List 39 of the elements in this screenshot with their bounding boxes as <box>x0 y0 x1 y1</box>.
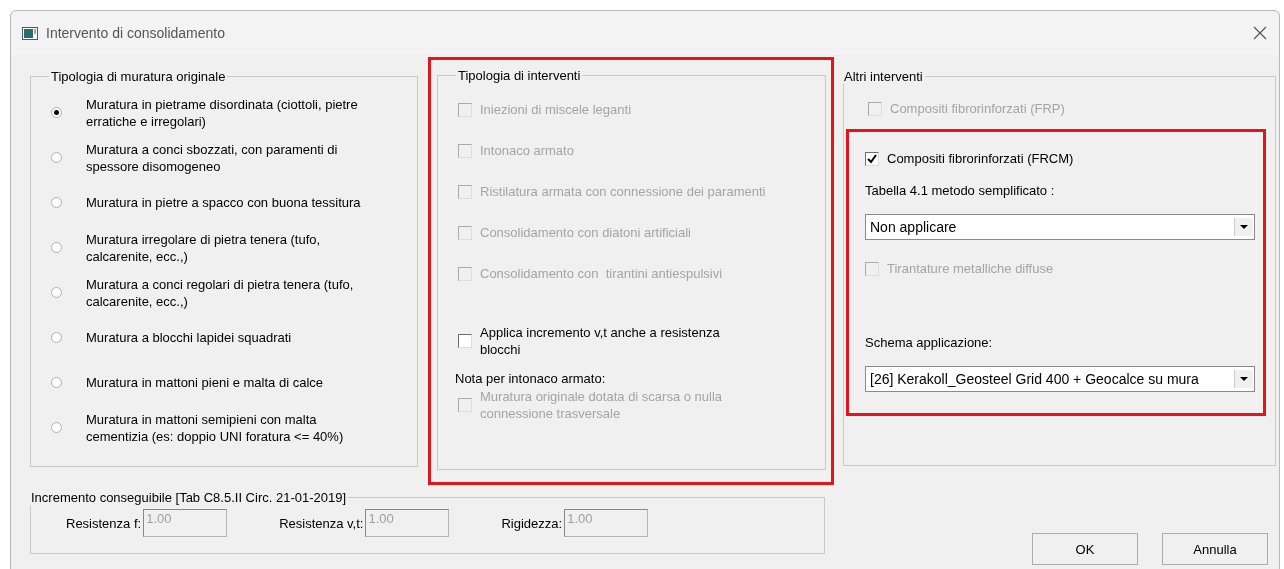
field-label: Resistenza v,t: <box>279 515 364 531</box>
dropdown[interactable]: Non applicare <box>865 214 1255 240</box>
group-title: Tipologia di interventi <box>457 68 582 83</box>
caret-icon[interactable] <box>1234 218 1253 236</box>
radio-label[interactable]: Muratura in mattoni semipieni con malta cementizia (es: doppio UNI foratura <= 40%) <box>86 410 361 445</box>
field-label: Rigidezza: <box>501 515 563 531</box>
checkbox-label[interactable]: Applica incremento v,t anche a resistenza blocchi <box>480 323 730 358</box>
radio-label[interactable]: Muratura a conci sbozzati, con paramenti di spessore disomogeneo <box>86 140 361 175</box>
radio-button[interactable] <box>51 332 62 343</box>
radio-label[interactable]: Muratura irregolare di pietra tenera (tufo, calcarenite, ecc.,) <box>86 230 361 265</box>
field-label: Resistenza f: <box>66 515 142 531</box>
dropdown[interactable]: [26] Kerakoll_Geosteel Grid 400 + Geocalce su mura <box>865 366 1255 392</box>
radio-label[interactable]: Muratura in mattoni pieni e malta di calce <box>86 374 361 391</box>
radio-button[interactable] <box>51 287 62 298</box>
group-title: Incremento conseguibile [Tab C8.5.II Circ. 21-01-2019] <box>30 490 348 505</box>
radio-button[interactable] <box>51 422 62 433</box>
radio-label[interactable]: Muratura in pietre a spacco con buona tessitura <box>86 194 361 211</box>
radio-label[interactable]: Muratura a blocchi lapidei squadrati <box>86 329 361 346</box>
radio-button[interactable] <box>51 377 62 388</box>
radio-label[interactable]: Muratura in pietrame disordinata (ciottoli, pietre erratiche e irregolari) <box>86 95 361 130</box>
radio-button[interactable] <box>51 242 62 253</box>
close-icon[interactable] <box>1253 26 1267 40</box>
checkbox[interactable] <box>865 151 879 166</box>
app-icon <box>22 26 38 40</box>
checkbox[interactable] <box>458 333 472 348</box>
group-title: Tipologia di muratura originale <box>50 69 227 84</box>
checkbox-label[interactable]: Compositi fibrorinforzati (FRCM) <box>887 151 1074 166</box>
radio-button[interactable] <box>51 107 62 118</box>
caret-icon[interactable] <box>1234 370 1253 388</box>
dialog-button[interactable]: OK <box>1032 533 1138 565</box>
window-title: Intervento di consolidamento <box>46 25 226 41</box>
dialog-button[interactable]: Annulla <box>1162 533 1268 565</box>
group-title: Altri interventi <box>843 69 924 84</box>
field-label: Schema applicazione: <box>865 335 994 350</box>
note-label: Nota per intonaco armato: <box>455 371 607 386</box>
radio-button[interactable] <box>51 197 62 208</box>
radio-label[interactable]: Muratura a conci regolari di pietra tenera (tufo, calcarenite, ecc.,) <box>86 275 361 310</box>
field-label: Tabella 4.1 metodo semplificato : <box>865 183 1056 198</box>
radio-button[interactable] <box>51 152 62 163</box>
